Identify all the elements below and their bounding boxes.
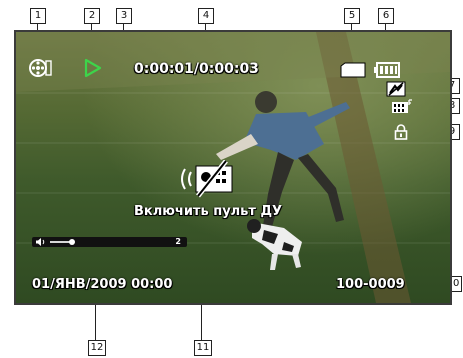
callout-4: 4 [198, 8, 214, 24]
storage-card-icon [340, 62, 366, 78]
callout-3: 3 [116, 8, 132, 24]
lcd-screen: 0:00:01/0:00:03 Включить пульт ДУ 2 01/Я… [14, 30, 452, 305]
callout-12: 12 [88, 340, 106, 356]
playback-mode-icon [29, 59, 52, 77]
image-stabilizer-icon [386, 81, 406, 97]
date-time-display: 01/ЯНВ/2009 00:00 [32, 277, 173, 292]
volume-slider-handle[interactable] [69, 239, 75, 245]
time-counter: 0:00:01/0:00:03 [134, 61, 259, 77]
widescreen-icon [392, 99, 412, 113]
play-icon [84, 58, 102, 78]
remote-off-icon [181, 160, 233, 198]
remote-control-message: Включить пульт ДУ [134, 204, 283, 219]
battery-icon [374, 62, 400, 78]
callout-5: 5 [344, 8, 360, 24]
callout-6: 6 [378, 8, 394, 24]
volume-bar[interactable]: 2 [32, 237, 187, 247]
protect-lock-icon [394, 124, 408, 140]
file-number: 100-0009 [336, 277, 405, 292]
callout-11: 11 [194, 340, 212, 356]
callout-2: 2 [84, 8, 100, 24]
volume-level-value: 2 [175, 237, 181, 246]
volume-speaker-icon [36, 238, 45, 246]
callout-1: 1 [30, 8, 46, 24]
